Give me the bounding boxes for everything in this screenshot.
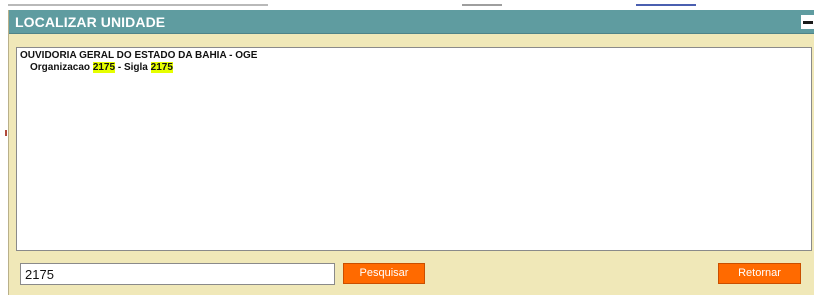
- org-code-highlight: 2175: [92, 62, 116, 73]
- minimize-button[interactable]: [801, 15, 814, 29]
- org-label: Organizacao: [30, 62, 91, 73]
- result-unit-name[interactable]: OUVIDORIA GERAL DO ESTADO DA BAHIA - OGE: [20, 50, 808, 62]
- results-list[interactable]: OUVIDORIA GERAL DO ESTADO DA BAHIA - OGE…: [16, 47, 812, 251]
- background-marker: [5, 130, 7, 136]
- return-button[interactable]: Retornar: [718, 263, 801, 284]
- result-item[interactable]: OUVIDORIA GERAL DO ESTADO DA BAHIA - OGE…: [20, 50, 808, 74]
- background-divider: [636, 0, 696, 6]
- result-detail: Organizacao 2175 - Sigla 2175: [20, 62, 808, 74]
- sigla-code-highlight: 2175: [150, 62, 173, 73]
- search-input[interactable]: [20, 263, 335, 285]
- detail-separator: -: [117, 62, 122, 73]
- search-button[interactable]: Pesquisar: [343, 263, 425, 284]
- dialog-title: LOCALIZAR UNIDADE: [15, 14, 166, 30]
- page: LOCALIZAR UNIDADE OUVIDORIA GERAL DO EST…: [0, 0, 814, 295]
- background-divider: [8, 0, 268, 6]
- minimize-icon: [803, 21, 813, 24]
- sigla-label: Sigla: [123, 62, 148, 73]
- dialog-titlebar[interactable]: LOCALIZAR UNIDADE: [9, 10, 814, 34]
- background-divider: [462, 0, 502, 6]
- background-page-fragment: [0, 0, 814, 10]
- localizar-unidade-dialog: LOCALIZAR UNIDADE OUVIDORIA GERAL DO EST…: [8, 10, 814, 295]
